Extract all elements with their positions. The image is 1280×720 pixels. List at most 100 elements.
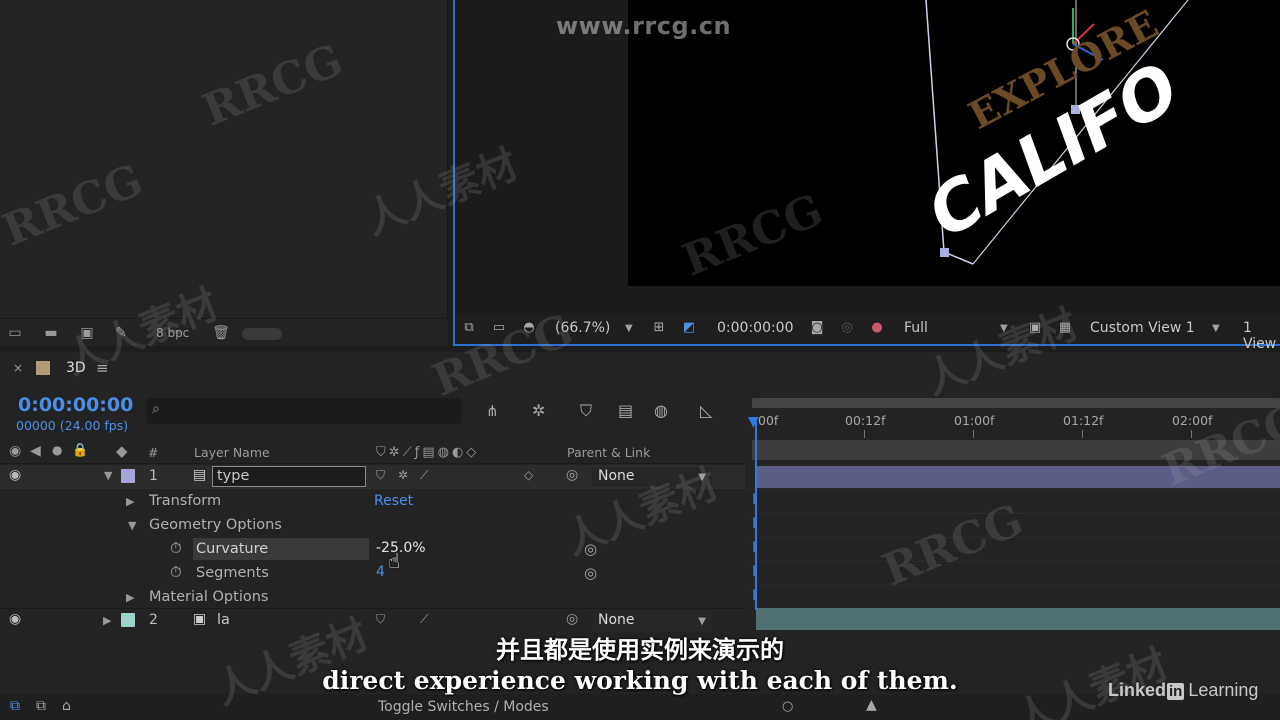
zoom-dropdown[interactable]: (66.7%): [555, 320, 610, 336]
shy-switch-icon[interactable]: ⛉: [376, 468, 385, 483]
grid-guides-icon[interactable]: ⊞: [651, 321, 667, 335]
new-composition-icon[interactable]: ▣: [78, 325, 96, 341]
subtitle-english: direct experience working with each of t…: [322, 666, 958, 695]
footage-layer-icon: ▣: [193, 611, 207, 627]
work-area-bar[interactable]: [752, 440, 1280, 460]
property-row-geometry-options[interactable]: ▼ Geometry Options: [0, 514, 745, 537]
parent-dropdown-1[interactable]: None ▼: [592, 467, 712, 487]
trash-icon[interactable]: 🗑: [212, 325, 230, 341]
panel-menu-icon[interactable]: ≡: [96, 359, 109, 377]
resolution-chevron-down-icon[interactable]: ▼: [1000, 323, 1008, 334]
interpret-footage-icon[interactable]: ▭: [6, 325, 24, 341]
resolution-dropdown[interactable]: Full: [904, 320, 928, 336]
timeline-tab-label[interactable]: 3D: [66, 360, 86, 376]
canvas-scene: EXPLORE CALIFO: [920, 0, 1189, 265]
pick-whip-icon[interactable]: ◎: [566, 611, 578, 627]
track-separator: [747, 537, 1280, 538]
layer-name[interactable]: la: [217, 612, 230, 628]
3d-layer-switch-icon[interactable]: ◇: [524, 468, 533, 482]
logo-in-box: in: [1167, 683, 1185, 700]
zoom-chevron-down-icon[interactable]: ▼: [625, 323, 633, 334]
region-of-interest-icon[interactable]: ◩: [681, 321, 697, 335]
layer-search-input[interactable]: ⌕: [146, 398, 462, 424]
view-chevron-down-icon[interactable]: ▼: [1212, 323, 1220, 334]
stopwatch-icon[interactable]: ⏱: [170, 563, 182, 581]
quality-switch-icon[interactable]: ⟋: [420, 612, 428, 627]
draft-3d-icon[interactable]: ✲: [532, 401, 545, 420]
layer-row-1[interactable]: ◉ ▼ 1 ▤ type ⛉ ✲ ⟋ ◇ ◎ None ▼: [0, 465, 745, 489]
collapse-switch-icon[interactable]: ✲: [398, 468, 408, 482]
expand-chevron-down-icon[interactable]: ▼: [128, 519, 136, 532]
expression-pick-whip-icon[interactable]: ◎: [584, 564, 597, 582]
segments-value[interactable]: 4: [376, 564, 385, 580]
expression-pick-whip-icon[interactable]: ◎: [584, 540, 597, 558]
always-preview-icon[interactable]: ⧉: [461, 321, 477, 335]
transparency-grid-icon[interactable]: ▦: [1057, 321, 1073, 335]
layer-duration-bar-2[interactable]: [756, 608, 1280, 630]
pick-whip-icon[interactable]: ◎: [566, 467, 578, 483]
view-dropdown[interactable]: Custom View 1: [1090, 320, 1195, 336]
shy-switch-icon[interactable]: ⛉: [376, 612, 385, 627]
composition-mini-flowchart-icon[interactable]: ⋔: [486, 402, 499, 420]
snapshot-camera-icon[interactable]: ◙: [809, 321, 825, 335]
ruler-tick: [1082, 430, 1083, 438]
adjust-project-settings-icon[interactable]: ✎: [112, 325, 130, 341]
bit-depth-label[interactable]: 8 bpc: [156, 326, 189, 340]
expand-chevron-right-icon[interactable]: ▶: [126, 495, 134, 508]
curvature-value[interactable]: -25.0%: [376, 540, 426, 556]
fast-previews-icon[interactable]: ▣: [1027, 321, 1043, 335]
property-row-segments[interactable]: ⏱ Segments 4 ◎: [0, 562, 745, 585]
graph-editor-icon[interactable]: ◺: [700, 401, 712, 420]
thumbnail-size-slider[interactable]: [242, 328, 282, 340]
new-folder-icon[interactable]: ▬: [42, 325, 60, 341]
zoom-in-mountains-icon[interactable]: ▲: [866, 697, 877, 713]
time-navigator-bar[interactable]: [752, 398, 1280, 408]
current-time-indicator[interactable]: [755, 420, 757, 610]
track-separator: [747, 585, 1280, 586]
ruler-label: 01:12f: [1063, 413, 1104, 428]
expand-chevron-down-icon[interactable]: ▼: [104, 469, 112, 482]
expand-chevron-right-icon[interactable]: ▶: [126, 591, 134, 604]
segments-label: Segments: [196, 565, 269, 581]
layer-switches-toggle-icon[interactable]: ⧉: [10, 698, 20, 714]
property-row-curvature[interactable]: ⏱ Curvature -25.0% ☝ ◎: [0, 538, 745, 573]
transform-label: Transform: [149, 493, 222, 509]
transform-reset-link[interactable]: Reset: [374, 493, 413, 509]
layer-name-field[interactable]: type: [212, 466, 366, 487]
chevron-down-icon: ▼: [698, 472, 706, 483]
composition-canvas[interactable]: EXPLORE CALIFO: [628, 0, 1280, 286]
viewer-timecode[interactable]: 0:00:00:00: [717, 320, 794, 336]
stopwatch-icon[interactable]: ⏱: [170, 539, 182, 557]
close-tab-icon[interactable]: ×: [13, 361, 23, 375]
eye-visibility-icon[interactable]: ◉: [9, 467, 21, 483]
motion-blur-icon[interactable]: ◍: [654, 401, 668, 420]
frame-blending-icon[interactable]: ▤: [618, 401, 633, 420]
linkedin-learning-logo: Linked in Learning: [1108, 680, 1258, 701]
in-out-toggle-icon[interactable]: ⌂: [62, 698, 71, 714]
parent-dropdown-2[interactable]: None ▼: [592, 611, 712, 631]
zoom-out-slider-knob-icon[interactable]: ○: [782, 699, 793, 714]
toggle-switches-modes-button[interactable]: Toggle Switches / Modes: [378, 699, 549, 715]
color-channels-icon[interactable]: ●: [869, 321, 885, 335]
shy-layers-icon[interactable]: ⛉: [580, 401, 592, 421]
expand-chevron-right-icon[interactable]: ▶: [103, 614, 111, 627]
view-layout-dropdown[interactable]: 1 View: [1243, 320, 1280, 352]
label-column-icon: ◆: [116, 442, 128, 460]
layer-label-color[interactable]: [121, 469, 135, 483]
logo-suffix: Learning: [1188, 680, 1259, 700]
quality-switch-icon[interactable]: ⟋: [420, 468, 428, 483]
eye-visibility-icon[interactable]: ◉: [9, 611, 21, 627]
show-snapshot-icon[interactable]: ◎: [839, 321, 855, 335]
layer-name-column-label[interactable]: Layer Name: [194, 445, 270, 460]
property-row-material-options[interactable]: ▶ Material Options: [0, 586, 745, 609]
property-row-transform[interactable]: ▶ Transform Reset: [0, 490, 745, 513]
playhead-handle-icon[interactable]: ▼: [748, 414, 759, 430]
text-layer-icon: ▤: [193, 467, 207, 483]
layer-row-2[interactable]: ◉ ▶ 2 ▣ la ⛉ ⟋ ◎ None ▼: [0, 608, 745, 632]
transfer-controls-toggle-icon[interactable]: ⧉: [36, 698, 46, 714]
layer-label-color[interactable]: [121, 613, 135, 627]
monitor-icon[interactable]: ▭: [491, 321, 507, 335]
mask-visibility-icon[interactable]: ◓: [521, 321, 537, 335]
current-time-display[interactable]: 0:00:00:00: [18, 394, 133, 416]
layer-duration-bar-1[interactable]: [756, 466, 1280, 488]
